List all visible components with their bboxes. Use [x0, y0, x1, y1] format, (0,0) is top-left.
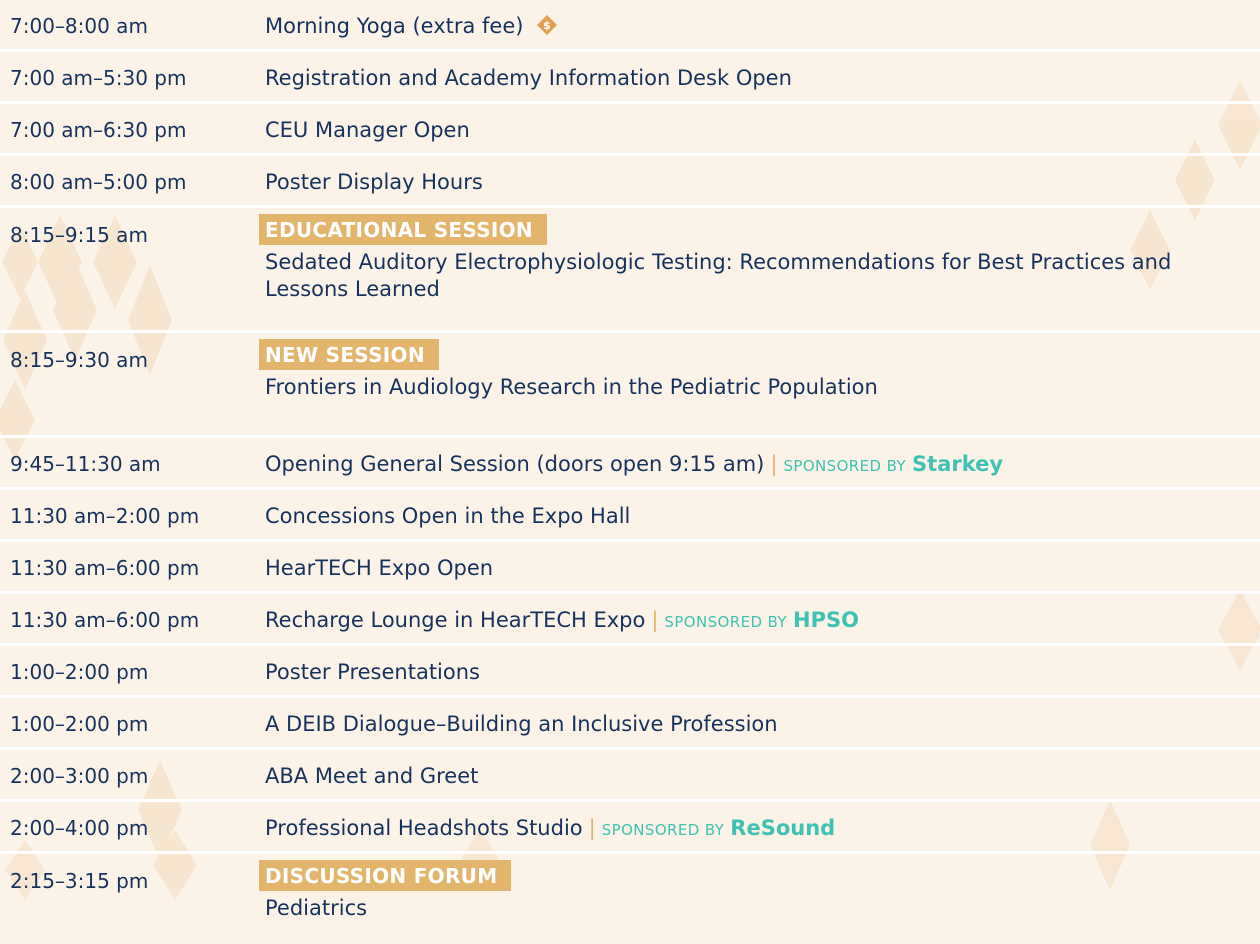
dollar-diamond-icon: $ [537, 15, 558, 35]
row-title: Opening General Session (doors open 9:15… [265, 452, 765, 476]
row-title: Poster Presentations [265, 660, 480, 684]
schedule-row: 8:00 am–5:00 pm Poster Display Hours [0, 156, 1260, 208]
row-event: Registration and Academy Information Des… [265, 52, 1260, 92]
row-event: ABA Meet and Greet [265, 750, 1260, 790]
row-title: ABA Meet and Greet [265, 764, 479, 788]
row-title: Professional Headshots Studio [265, 816, 583, 840]
schedule-row: 2:15–3:15 pm DISCUSSION FORUM Pediatrics [0, 854, 1260, 944]
row-title: CEU Manager Open [265, 118, 470, 142]
schedule-row: 1:00–2:00 pm A DEIB Dialogue–Building an… [0, 698, 1260, 750]
row-title: Poster Display Hours [265, 170, 483, 194]
row-time: 8:00 am–5:00 pm [10, 170, 187, 194]
row-time: 2:00–3:00 pm [10, 764, 149, 788]
sponsored-by-label: SPONSORED BY [601, 821, 725, 839]
row-time: 8:15–9:15 am [10, 223, 148, 247]
schedule-row: 1:00–2:00 pm Poster Presentations [0, 646, 1260, 698]
row-time: 1:00–2:00 pm [10, 660, 149, 684]
row-title: Recharge Lounge in HearTECH Expo [265, 608, 646, 632]
separator: | [770, 452, 778, 476]
sponsored-by-label: SPONSORED BY [664, 613, 787, 631]
row-time: 11:30 am–6:00 pm [10, 556, 200, 580]
row-time: 8:15–9:30 am [10, 348, 148, 372]
schedule-row: 8:15–9:30 am NEW SESSION Frontiers in Au… [0, 333, 1260, 438]
row-time: 11:30 am–6:00 pm [10, 608, 200, 632]
svg-text:$: $ [543, 19, 551, 32]
row-title: HearTECH Expo Open [265, 556, 494, 580]
schedule-row: 11:30 am–6:00 pm HearTECH Expo Open [0, 542, 1260, 594]
separator: | [651, 608, 659, 632]
row-event: Professional Headshots Studio | SPONSORED … [265, 802, 1260, 844]
row-event: Recharge Lounge in HearTECH Expo | SPONSOR… [265, 594, 1260, 636]
session-type-badge: EDUCATIONAL SESSION [259, 214, 547, 245]
row-event: Poster Display Hours [265, 156, 1260, 196]
schedule-row: 11:30 am–2:00 pm Concessions Open in the… [0, 490, 1260, 542]
sponsored-by-label: SPONSORED BY [783, 457, 907, 475]
row-title: Morning Yoga (extra fee) [265, 14, 524, 38]
schedule-row: 7:00 am–5:30 pm Registration and Academy… [0, 52, 1260, 104]
row-event: Concessions Open in the Expo Hall [265, 490, 1260, 530]
row-event: Poster Presentations [265, 646, 1260, 686]
row-event: HearTECH Expo Open [265, 542, 1260, 582]
row-event: DISCUSSION FORUM Pediatrics [259, 854, 1260, 922]
separator: | [588, 816, 596, 840]
row-title: Concessions Open in the Expo Hall [265, 504, 631, 528]
row-time: 7:00 am–6:30 pm [10, 118, 187, 142]
row-event: Opening General Session (doors open 9:15… [265, 438, 1260, 480]
row-title: Sedated Auditory Electrophysiologic Test… [265, 250, 1172, 301]
row-event: CEU Manager Open [265, 104, 1260, 144]
row-event: Morning Yoga (extra fee) $ [265, 0, 1260, 40]
schedule-row: 2:00–4:00 pm Professional Headshots Stud… [0, 802, 1260, 854]
schedule-row: 8:15–9:15 am EDUCATIONAL SESSION Sedated… [0, 208, 1260, 333]
schedule-list: 7:00–8:00 am Morning Yoga (extra fee) $ … [0, 0, 1260, 944]
row-time: 2:00–4:00 pm [10, 816, 149, 840]
row-event: A DEIB Dialogue–Building an Inclusive Pr… [265, 698, 1260, 738]
schedule-row: 2:00–3:00 pm ABA Meet and Greet [0, 750, 1260, 802]
schedule-row: 7:00–8:00 am Morning Yoga (extra fee) $ [0, 0, 1260, 52]
sponsor-name: Starkey [912, 452, 1004, 476]
session-type-badge: DISCUSSION FORUM [259, 860, 512, 891]
schedule-row: 9:45–11:30 am Opening General Session (d… [0, 438, 1260, 490]
row-time: 7:00 am–5:30 pm [10, 66, 187, 90]
row-time: 1:00–2:00 pm [10, 712, 149, 736]
schedule-row: 7:00 am–6:30 pm CEU Manager Open [0, 104, 1260, 156]
row-time: 11:30 am–2:00 pm [10, 504, 200, 528]
row-title: Registration and Academy Information Des… [265, 66, 792, 90]
row-title: Pediatrics [265, 896, 368, 920]
schedule-row: 11:30 am–6:00 pm Recharge Lounge in Hear… [0, 594, 1260, 646]
row-time: 2:15–3:15 pm [10, 869, 149, 893]
row-title: A DEIB Dialogue–Building an Inclusive Pr… [265, 712, 778, 736]
row-event: NEW SESSION Frontiers in Audiology Resea… [259, 333, 1260, 401]
sponsor-name: ReSound [730, 816, 836, 840]
sponsor-name: HPSO [793, 608, 859, 632]
row-title: Frontiers in Audiology Research in the P… [265, 375, 878, 399]
row-time: 9:45–11:30 am [10, 452, 161, 476]
row-event: EDUCATIONAL SESSION Sedated Auditory Ele… [259, 208, 1260, 303]
row-time: 7:00–8:00 am [10, 14, 148, 38]
session-type-badge: NEW SESSION [259, 339, 439, 370]
